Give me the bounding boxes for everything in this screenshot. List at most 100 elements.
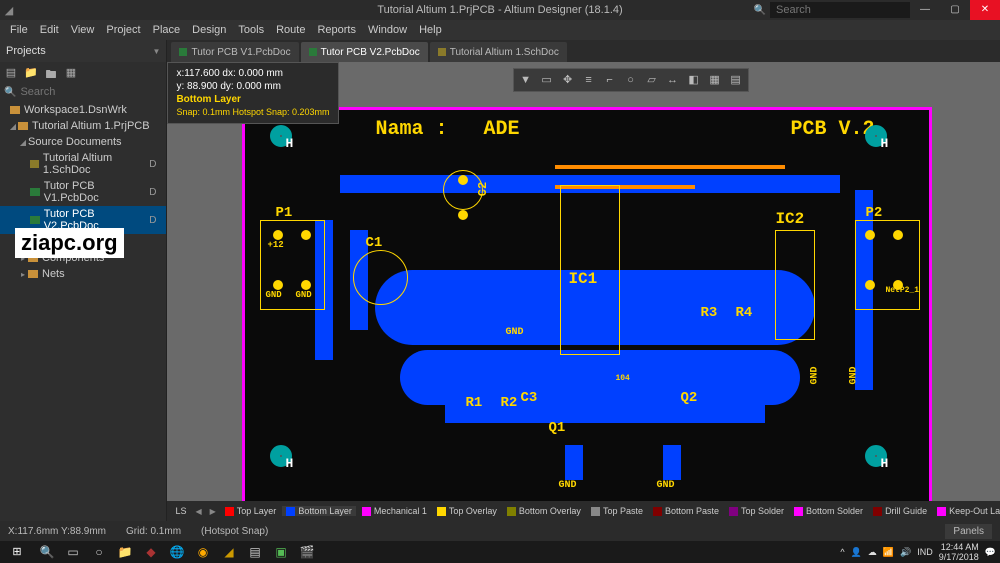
status-bar: X:117.6mm Y:88.9mm Grid: 0.1mm (Hotspot … xyxy=(0,521,1000,541)
explorer-icon[interactable]: 📁 xyxy=(112,541,138,563)
maximize-button[interactable]: ▢ xyxy=(940,0,970,20)
dim-icon[interactable]: ↔ xyxy=(663,71,683,89)
taskbar-app-icon[interactable]: ◆ xyxy=(138,541,164,563)
doc-pcb-v1[interactable]: Tutor PCB V1.PcbDocD xyxy=(0,178,166,206)
menu-design[interactable]: Design xyxy=(186,24,232,36)
pcb-canvas[interactable]: Nama : ADE PCB V.2 H H H H xyxy=(167,62,1000,501)
layer-keepout[interactable]: Keep-Out Layer xyxy=(933,506,1000,516)
layer-top[interactable]: Top Layer xyxy=(221,506,281,516)
c2-outline xyxy=(443,170,483,210)
altium-icon[interactable]: ◢ xyxy=(216,541,242,563)
trace xyxy=(400,350,800,405)
tray-network-icon[interactable]: 📶 xyxy=(883,547,894,558)
tray-volume-icon[interactable]: 🔊 xyxy=(900,547,911,558)
tray-notifications-icon[interactable]: 💬 xyxy=(985,547,996,558)
move-icon[interactable]: ✥ xyxy=(558,71,578,89)
tray-up-icon[interactable]: ^ xyxy=(840,547,844,557)
windows-taskbar: ⊞ 🔍 ▭ ○ 📁 ◆ 🌐 ◉ ◢ ▤ ▣ 🎬 ^ 👤 ☁ 📶 🔊 IND 12… xyxy=(0,541,1000,563)
mounting-hole: H xyxy=(865,445,887,467)
silk-r1: R1 xyxy=(465,395,482,411)
tray-clock[interactable]: 12:44 AM 9/17/2018 xyxy=(939,542,979,562)
source-docs-node[interactable]: ◢Source Documents xyxy=(0,134,166,150)
menu-edit[interactable]: Edit xyxy=(34,24,65,36)
silk-p2: P2 xyxy=(865,205,882,221)
menu-file[interactable]: File xyxy=(4,24,34,36)
poly-icon[interactable]: ▱ xyxy=(642,71,662,89)
align-icon[interactable]: ≡ xyxy=(579,71,599,89)
menu-project[interactable]: Project xyxy=(100,24,146,36)
silk-r2: R2 xyxy=(500,395,517,411)
place-icon[interactable]: ○ xyxy=(621,71,641,89)
route-icon[interactable]: ⌐ xyxy=(600,71,620,89)
menu-reports[interactable]: Reports xyxy=(311,24,362,36)
close-button[interactable]: ✕ xyxy=(970,0,1000,20)
tray-lang[interactable]: IND xyxy=(917,547,933,557)
taskbar-search-icon[interactable]: 🔍 xyxy=(34,541,60,563)
tab-pcb-v1[interactable]: Tutor PCB V1.PcbDoc xyxy=(171,42,298,62)
layer-bottom[interactable]: Bottom Layer xyxy=(282,506,356,516)
tray-cloud-icon[interactable]: ☁ xyxy=(868,547,877,558)
layer-bottom-solder[interactable]: Bottom Solder xyxy=(790,506,867,516)
pad xyxy=(458,210,468,220)
projects-panel: Projects ▼ ▤ 📁 🖿 ▦ 🔍 Workspace1.DsnWrk ◢… xyxy=(0,40,167,521)
layer-nav-left[interactable]: ◀ xyxy=(192,507,204,516)
panel-dropdown-icon[interactable]: ▼ xyxy=(153,47,161,56)
trace xyxy=(663,445,681,480)
tab-schdoc[interactable]: Tutorial Altium 1.SchDoc xyxy=(430,42,567,62)
taskbar-app-icon[interactable]: ▣ xyxy=(268,541,294,563)
doc-schdoc[interactable]: Tutorial Altium 1.SchDocD xyxy=(0,150,166,178)
menu-help[interactable]: Help xyxy=(413,24,448,36)
layer-mech1[interactable]: Mechanical 1 xyxy=(358,506,431,516)
open-folder-icon[interactable]: 📁 xyxy=(24,66,38,80)
filter-icon[interactable]: ▼ xyxy=(516,71,536,89)
taskbar-app-icon[interactable]: ▤ xyxy=(242,541,268,563)
window-title: Tutorial Altium 1.PrjPCB - Altium Design… xyxy=(377,4,622,16)
silk-ic2: IC2 xyxy=(775,210,804,228)
select-icon[interactable]: ▭ xyxy=(537,71,557,89)
trace xyxy=(565,445,583,480)
compile-icon[interactable]: ▦ xyxy=(64,66,78,80)
layer-icon[interactable]: ▤ xyxy=(726,71,746,89)
menu-view[interactable]: View xyxy=(65,24,101,36)
taskbar-app-icon[interactable]: ◉ xyxy=(190,541,216,563)
trace xyxy=(555,165,785,169)
layer-bottom-paste[interactable]: Bottom Paste xyxy=(649,506,723,516)
layer-top-overlay[interactable]: Top Overlay xyxy=(433,506,501,516)
tray-people-icon[interactable]: 👤 xyxy=(851,547,862,558)
start-button[interactable]: ⊞ xyxy=(0,541,34,563)
mounting-hole: H xyxy=(865,125,887,147)
silk-q1: Q1 xyxy=(548,420,565,436)
trace xyxy=(445,405,765,423)
workspace-node[interactable]: Workspace1.DsnWrk xyxy=(0,102,166,118)
layer-top-solder[interactable]: Top Solder xyxy=(725,506,788,516)
panels-button[interactable]: Panels xyxy=(945,524,992,539)
silk-c3: C3 xyxy=(520,390,537,406)
layer-ls[interactable]: LS xyxy=(171,506,190,516)
projects-panel-title: Projects xyxy=(6,45,149,57)
global-search-input[interactable] xyxy=(770,2,910,18)
layer-bottom-overlay[interactable]: Bottom Overlay xyxy=(503,506,585,516)
project-search-input[interactable] xyxy=(20,86,162,98)
menu-window[interactable]: Window xyxy=(362,24,413,36)
chrome-icon[interactable]: 🌐 xyxy=(164,541,190,563)
drc-icon[interactable]: ◧ xyxy=(684,71,704,89)
task-view-icon[interactable]: ▭ xyxy=(60,541,86,563)
layer-nav-right[interactable]: ▶ xyxy=(207,507,219,516)
save-icon[interactable]: 🖿 xyxy=(44,66,58,80)
cortana-icon[interactable]: ○ xyxy=(86,541,112,563)
menu-place[interactable]: Place xyxy=(147,24,187,36)
new-doc-icon[interactable]: ▤ xyxy=(4,66,18,80)
project-node[interactable]: ◢Tutorial Altium 1.PrjPCB xyxy=(0,118,166,134)
menu-tools[interactable]: Tools xyxy=(232,24,270,36)
silk-q2: Q2 xyxy=(680,390,697,406)
minimize-button[interactable]: — xyxy=(910,0,940,20)
taskbar-app-icon[interactable]: 🎬 xyxy=(294,541,320,563)
tab-pcb-v2[interactable]: Tutor PCB V2.PcbDoc xyxy=(301,42,428,62)
grid-icon[interactable]: ▦ xyxy=(705,71,725,89)
layer-top-paste[interactable]: Top Paste xyxy=(587,506,647,516)
menu-route[interactable]: Route xyxy=(270,24,311,36)
silk-gnd: GND xyxy=(849,366,860,384)
layer-drill-guide[interactable]: Drill Guide xyxy=(869,506,931,516)
nets-node[interactable]: ▸Nets xyxy=(0,266,166,282)
ic2-outline xyxy=(775,230,815,340)
